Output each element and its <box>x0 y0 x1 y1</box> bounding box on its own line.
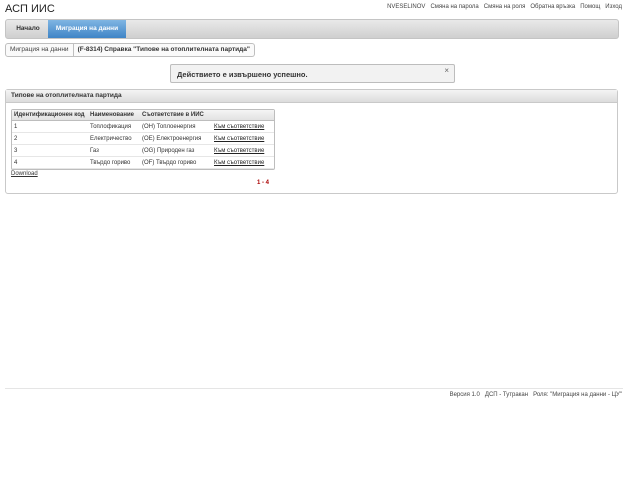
change-role-link[interactable]: Смяна на роля <box>484 4 526 10</box>
cell-id: 1 <box>12 120 88 133</box>
cell-name: Газ <box>88 144 140 157</box>
table-row: 3 Газ (OG) Природен газ Към съответствие <box>12 144 274 157</box>
feedback-link[interactable]: Обратна връзка <box>530 4 575 10</box>
logout-link[interactable]: Изход <box>605 4 622 10</box>
cell-mapping: (OF) Твърдо гориво <box>140 156 212 169</box>
heating-types-panel: Типове на отоплителната партида Идентифи… <box>5 89 618 194</box>
to-mapping-link[interactable]: Към съответствие <box>212 120 274 133</box>
close-icon[interactable]: × <box>444 66 449 75</box>
breadcrumb: Миграция на данни (F-8314) Справка "Типо… <box>5 43 255 57</box>
column-header-mapping[interactable]: Съответствие в ИИС <box>140 110 212 121</box>
footer: Версия 1.0 ДСП - Тутракан Роля: "Миграци… <box>450 392 622 398</box>
cell-id: 2 <box>12 132 88 145</box>
column-header-action <box>212 110 274 121</box>
footer-divider <box>5 388 623 389</box>
heating-types-table: Идентификационен код Наименование Съотве… <box>11 109 275 170</box>
footer-version: Версия 1.0 <box>449 392 480 398</box>
table-header-row: Идентификационен код Наименование Съотве… <box>12 110 274 121</box>
user-link[interactable]: NVESELINOV <box>387 4 425 10</box>
nav-bar: Начало Миграция на данни <box>5 19 619 39</box>
cell-id: 4 <box>12 156 88 169</box>
table-row: 1 Топлофикация (OH) Топлоенергия Към съо… <box>12 120 274 133</box>
tab-migration[interactable]: Миграция на данни <box>48 20 126 38</box>
to-mapping-link[interactable]: Към съответствие <box>212 156 274 169</box>
column-header-name[interactable]: Наименование <box>88 110 140 121</box>
breadcrumb-item-migration[interactable]: Миграция на данни <box>5 43 74 57</box>
table-row: 2 Електричество (OE) Електроенергия Към … <box>12 132 274 145</box>
cell-mapping: (OE) Електроенергия <box>140 132 212 145</box>
to-mapping-link[interactable]: Към съответствие <box>212 144 274 157</box>
pager-range: 1 - 4 <box>257 180 270 186</box>
cell-id: 3 <box>12 144 88 157</box>
change-password-link[interactable]: Смяна на парола <box>430 4 478 10</box>
top-links: NVESELINOV Смяна на парола Смяна на роля… <box>387 4 622 10</box>
app-title: АСП ИИС <box>5 3 55 15</box>
cell-name: Твърдо гориво <box>88 156 140 169</box>
breadcrumb-item-current: (F-8314) Справка "Типове на отоплителнат… <box>73 43 255 57</box>
cell-name: Топлофикация <box>88 120 140 133</box>
cell-mapping: (OG) Природен газ <box>140 144 212 157</box>
cell-mapping: (OH) Топлоенергия <box>140 120 212 133</box>
download-link[interactable]: Download <box>11 171 38 177</box>
tab-home[interactable]: Начало <box>8 20 48 38</box>
table-row: 4 Твърдо гориво (OF) Твърдо гориво Към с… <box>12 156 274 169</box>
column-header-id[interactable]: Идентификационен код <box>12 110 88 121</box>
footer-role: Роля: "Миграция на данни - ЦУ" <box>533 392 622 398</box>
cell-name: Електричество <box>88 132 140 145</box>
panel-title: Типове на отоплителната партида <box>6 90 617 103</box>
success-message-text: Действието е извършено успешно. <box>177 70 308 79</box>
footer-office: ДСП - Тутракан <box>484 392 529 398</box>
help-link[interactable]: Помощ <box>580 4 600 10</box>
to-mapping-link[interactable]: Към съответствие <box>212 132 274 145</box>
success-message: Действието е извършено успешно. × <box>170 64 455 83</box>
